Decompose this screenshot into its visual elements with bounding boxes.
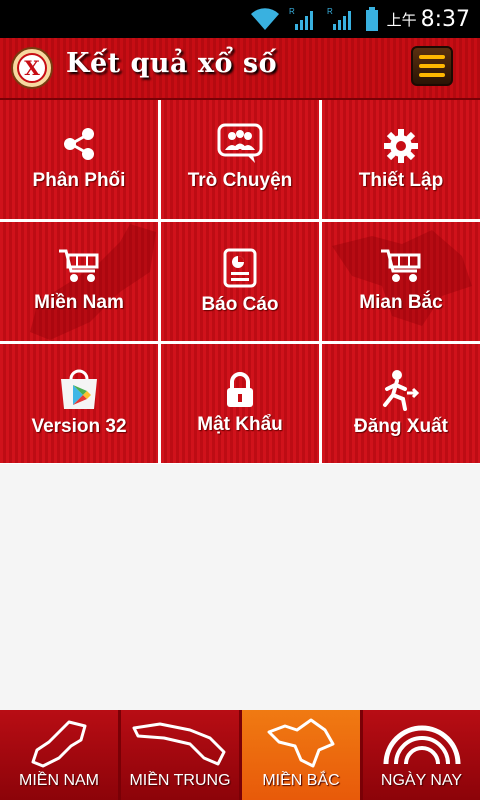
status-bar: R R 上午 8:37 xyxy=(0,0,480,38)
gear-icon xyxy=(384,129,418,163)
tile-label: Trò Chuyện xyxy=(187,170,293,191)
menu-button[interactable] xyxy=(411,46,453,86)
tab-mien-trung[interactable]: MIỀN TRUNG xyxy=(121,710,239,800)
main-menu-grid: Phân Phối Trò Chuyện Thiết Lập Miền Nam … xyxy=(0,100,480,464)
menu-line xyxy=(419,73,445,77)
tile-mien-nam[interactable]: Miền Nam xyxy=(0,222,158,341)
tile-label: Thiết Lập xyxy=(358,170,444,191)
svg-text:R: R xyxy=(327,7,333,16)
tile-label: Báo Cáo xyxy=(201,294,279,315)
tile-label: Miền Nam xyxy=(34,292,124,313)
tab-label: MIỀN NAM xyxy=(19,772,99,789)
app-title: Kết quả xổ số xyxy=(66,48,278,79)
report-icon xyxy=(223,248,257,288)
cart-icon xyxy=(59,249,99,282)
tile-label: Phân Phối xyxy=(32,170,126,191)
tile-label: Mật Khẩu xyxy=(197,414,283,435)
battery-icon xyxy=(365,7,378,31)
menu-line xyxy=(419,64,445,68)
north-map-icon xyxy=(267,718,335,768)
chat-icon xyxy=(217,123,263,163)
exit-icon xyxy=(383,370,420,411)
tab-label: MIỀN BẮC xyxy=(262,772,340,789)
tab-ngay-nay[interactable]: NGÀY NAY xyxy=(363,710,480,800)
clock-ampm: 上午 xyxy=(386,10,417,29)
clock: 8:37 xyxy=(420,6,470,32)
tab-label: MIỀN TRUNG xyxy=(129,772,231,789)
cart-icon xyxy=(381,249,421,282)
svg-text:X: X xyxy=(24,56,40,80)
menu-line xyxy=(419,55,445,59)
share-icon xyxy=(64,128,94,160)
tile-phan-phoi[interactable]: Phân Phối xyxy=(0,100,158,219)
lottery-logo-icon: X xyxy=(11,47,53,89)
bottom-navigation: MIỀN NAM MIỀN TRUNG MIỀN BẮC NGÀY NAY xyxy=(0,710,480,800)
tile-bao-cao[interactable]: Báo Cáo xyxy=(161,222,319,341)
lock-icon xyxy=(227,372,253,407)
app-header: X Kết quả xổ số xyxy=(0,38,480,100)
tile-mian-bac[interactable]: Mian Bắc xyxy=(322,222,480,341)
tab-mien-bac[interactable]: MIỀN BẮC xyxy=(242,710,360,800)
tile-version[interactable]: Version 32 xyxy=(0,344,158,463)
signal-icon-2: R xyxy=(327,7,351,30)
play-store-icon xyxy=(61,369,97,409)
tile-tro-chuyen[interactable]: Trò Chuyện xyxy=(161,100,319,219)
central-map-icon xyxy=(132,722,226,766)
tile-mat-khau[interactable]: Mật Khẩu xyxy=(161,344,319,463)
south-map-icon xyxy=(31,720,87,768)
tile-label: Đăng Xuất xyxy=(354,416,448,437)
tab-mien-nam[interactable]: MIỀN NAM xyxy=(0,710,118,800)
wifi-icon xyxy=(250,8,279,30)
svg-text:R: R xyxy=(289,7,295,16)
tile-thiet-lap[interactable]: Thiết Lập xyxy=(322,100,480,219)
tab-label: NGÀY NAY xyxy=(380,772,463,789)
signal-icon: R xyxy=(289,7,313,30)
tile-dang-xuat[interactable]: Đăng Xuất xyxy=(322,344,480,463)
tile-label: Mian Bắc xyxy=(359,292,443,313)
rainbow-icon xyxy=(383,725,460,765)
tile-label: Version 32 xyxy=(31,416,127,437)
